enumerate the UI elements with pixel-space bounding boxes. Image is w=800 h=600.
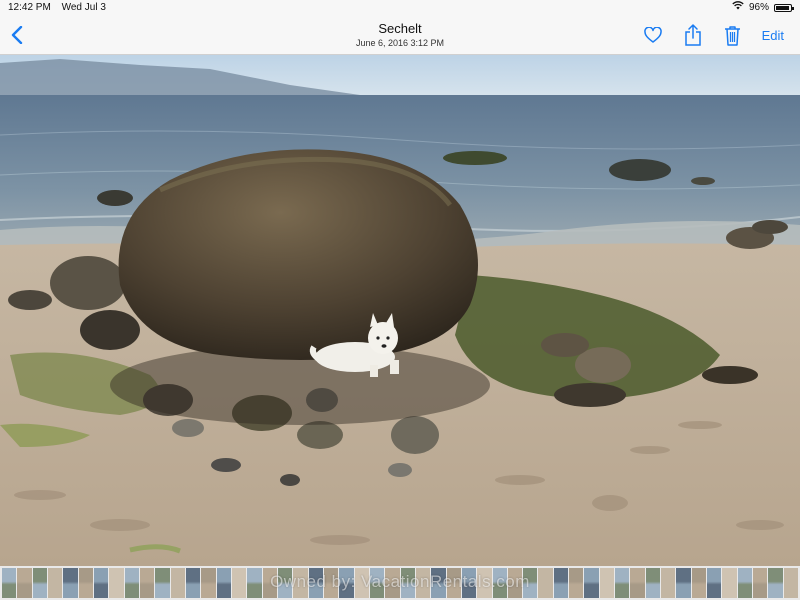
beach-photo[interactable] bbox=[0, 55, 800, 566]
photo-thumbnail[interactable] bbox=[661, 568, 676, 598]
photo-thumbnail[interactable] bbox=[369, 568, 385, 598]
photo-thumbnail[interactable] bbox=[354, 568, 369, 598]
photo-thumbnail[interactable] bbox=[308, 568, 323, 598]
status-time: 12:42 PM bbox=[8, 2, 51, 13]
photo-thumbnail[interactable] bbox=[32, 568, 47, 598]
photo-thumbnail[interactable] bbox=[339, 568, 354, 598]
status-date: Wed Jul 3 bbox=[61, 2, 106, 13]
wifi-icon bbox=[732, 0, 744, 16]
photo-thumbnail[interactable] bbox=[170, 568, 185, 598]
photo-thumbnail[interactable] bbox=[155, 568, 170, 598]
photo-thumbnail[interactable] bbox=[323, 568, 339, 598]
photo-thumbnail[interactable] bbox=[415, 568, 431, 598]
thumbnail-strip[interactable] bbox=[0, 566, 800, 600]
photo-thumbnail[interactable] bbox=[78, 568, 93, 598]
photo-thumbnail[interactable] bbox=[722, 568, 737, 598]
photo-thumbnail[interactable] bbox=[523, 568, 538, 598]
photo-thumbnail[interactable] bbox=[2, 568, 17, 598]
photo-thumbnail[interactable] bbox=[737, 568, 753, 598]
photo-thumbnail[interactable] bbox=[538, 568, 553, 598]
photo-thumbnail[interactable] bbox=[216, 568, 231, 598]
beach-photo-image bbox=[0, 55, 800, 566]
photo-thumbnail[interactable] bbox=[124, 568, 139, 598]
photo-thumbnail[interactable] bbox=[93, 568, 109, 598]
photo-thumbnail[interactable] bbox=[201, 568, 216, 598]
photo-thumbnail[interactable] bbox=[691, 568, 707, 598]
photo-thumbnail[interactable] bbox=[599, 568, 615, 598]
photo-thumbnail[interactable] bbox=[262, 568, 277, 598]
photo-thumbnail[interactable] bbox=[185, 568, 201, 598]
photo-thumbnail[interactable] bbox=[553, 568, 569, 598]
photo-thumbnail[interactable] bbox=[17, 568, 32, 598]
nav-actions: Edit bbox=[642, 22, 784, 48]
photo-thumbnail[interactable] bbox=[400, 568, 415, 598]
battery-percent: 96% bbox=[748, 2, 769, 13]
photo-thumbnail[interactable] bbox=[645, 568, 661, 598]
photo-thumbnail[interactable] bbox=[47, 568, 63, 598]
photo-thumbnail[interactable] bbox=[569, 568, 584, 598]
photo-thumbnail[interactable] bbox=[385, 568, 400, 598]
edit-button[interactable]: Edit bbox=[762, 28, 784, 43]
battery-fill bbox=[776, 6, 790, 10]
photo-thumbnail[interactable] bbox=[676, 568, 691, 598]
photo-thumbnail[interactable] bbox=[293, 568, 308, 598]
heart-icon bbox=[643, 27, 662, 43]
photo-thumbnail[interactable] bbox=[446, 568, 461, 598]
status-left: 12:42 PM Wed Jul 3 bbox=[8, 0, 114, 16]
photo-thumbnail[interactable] bbox=[507, 568, 523, 598]
photo-thumbnail[interactable] bbox=[492, 568, 507, 598]
photo-thumbnail[interactable] bbox=[753, 568, 768, 598]
photo-thumbnail[interactable] bbox=[783, 568, 799, 598]
status-right: 96% bbox=[732, 0, 794, 16]
photo-thumbnail[interactable] bbox=[139, 568, 155, 598]
photo-thumbnail[interactable] bbox=[615, 568, 630, 598]
favorite-button[interactable] bbox=[642, 22, 664, 48]
photo-thumbnail[interactable] bbox=[768, 568, 783, 598]
share-button[interactable] bbox=[682, 22, 704, 48]
photo-thumbnail[interactable] bbox=[630, 568, 645, 598]
photo-thumbnail[interactable] bbox=[231, 568, 247, 598]
photo-thumbnail[interactable] bbox=[109, 568, 124, 598]
photo-thumbnail[interactable] bbox=[63, 568, 78, 598]
share-icon bbox=[684, 24, 701, 46]
photo-thumbnail[interactable] bbox=[584, 568, 599, 598]
photo-thumbnail[interactable] bbox=[431, 568, 446, 598]
status-bar: 12:42 PM Wed Jul 3 96% bbox=[0, 0, 800, 16]
trash-icon bbox=[725, 25, 741, 46]
photo-thumbnail[interactable] bbox=[461, 568, 477, 598]
delete-button[interactable] bbox=[722, 22, 744, 48]
nav-bar: Sechelt June 6, 2016 3:12 PM Edit bbox=[0, 16, 800, 55]
battery-icon bbox=[774, 4, 794, 12]
photo-thumbnail[interactable] bbox=[247, 568, 262, 598]
photo-thumbnail[interactable] bbox=[477, 568, 492, 598]
photo-thumbnail[interactable] bbox=[277, 568, 293, 598]
photo-thumbnail[interactable] bbox=[707, 568, 722, 598]
